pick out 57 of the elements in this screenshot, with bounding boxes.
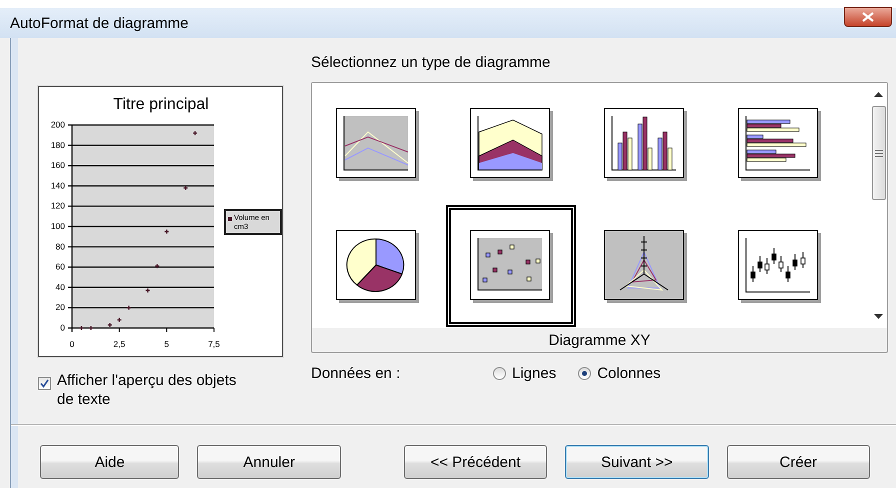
data-point [88,325,94,331]
dialog-button[interactable]: << Précédent [404,445,548,479]
y-tick-label: 100 [50,221,65,231]
data-point [182,185,188,191]
scroll-thumb[interactable] [872,106,886,200]
checkbox-label: Afficher l'aperçu des objets de texte [57,371,238,409]
area-chart-icon [470,108,552,180]
y-tick-label: 140 [50,180,65,190]
radar-chart-icon [604,230,686,302]
bar-chart-icon [738,108,820,180]
scroll-up-icon[interactable] [874,92,883,97]
data-point [116,317,122,323]
line-chart-icon [336,108,418,180]
chart-type-heading: Sélectionnez un type de diagramme [311,53,552,73]
x-tick-label: 7,5 [208,339,220,349]
dialog-button[interactable]: Aide [40,445,180,479]
y-tick-label: 200 [50,120,65,130]
close-icon [862,12,874,22]
dialog-button[interactable]: Annuler [197,445,341,479]
data-point [126,305,132,310]
window-title: AutoFormat de diagramme [10,14,188,32]
close-button[interactable] [844,7,892,27]
data-point [164,228,170,234]
radio-button[interactable] [578,366,592,380]
data-point [145,288,150,294]
scroll-down-icon[interactable] [874,314,883,319]
dialog-button[interactable]: Créer [726,445,870,479]
data-point [107,322,113,328]
y-tick-label: 20 [56,302,65,312]
x-tick-label: 5 [164,339,170,349]
y-tick-label: 180 [50,140,65,150]
data-point [154,263,160,269]
y-tick-label: 160 [50,160,65,170]
x-tick-label: 0 [70,339,74,349]
radio-button[interactable] [493,366,506,380]
y-tick-label: 0 [60,322,65,332]
scatter-chart-icon [470,230,552,302]
radio-label: Colonnes [597,364,661,382]
data-point [78,325,84,331]
y-tick-label: 60 [56,262,65,272]
x-tick-label: 2,5 [113,339,126,349]
y-tick-label: 40 [56,282,65,292]
grip-icon [874,150,882,156]
chart-type-option[interactable] [446,205,576,327]
stock-chart-icon [738,230,820,302]
pie-chart-icon [336,230,418,302]
selected-type-label: Diagramme XY [548,330,652,350]
y-tick-label: 120 [50,200,65,211]
data-series-label: Données en : [311,364,402,382]
chart-title: Titre principal [113,96,209,113]
radio-label: Lignes [512,364,556,382]
column-chart-icon [604,108,686,180]
legend-marker-icon [228,217,232,221]
data-point [192,130,198,136]
dialog-button[interactable]: Suivant >> [565,445,709,479]
y-tick-label: 80 [56,241,65,252]
checkbox[interactable] [38,377,51,390]
